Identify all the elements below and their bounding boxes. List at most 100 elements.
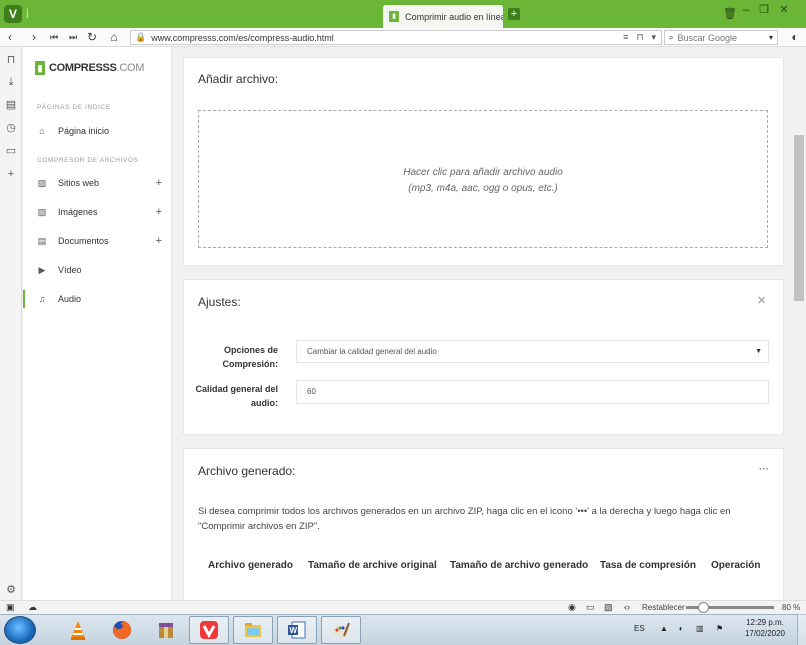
close-window-button[interactable]: ✕ bbox=[776, 2, 792, 18]
expand-plus-icon[interactable]: + bbox=[156, 177, 162, 189]
sidebar-item-video[interactable]: ▶ Vídeo bbox=[23, 261, 172, 279]
archive-icon[interactable] bbox=[146, 616, 186, 644]
sidebar-item-documents[interactable]: ▤ Documentos + bbox=[23, 232, 172, 250]
more-options-icon[interactable]: ··· bbox=[759, 464, 769, 475]
site-logo[interactable]: ▮ COMPRESSS.COM bbox=[35, 61, 144, 75]
camera-icon[interactable]: ◉ bbox=[568, 602, 576, 613]
drop-zone-line2: (mp3, m4a, aac, ogg o opus, etc.) bbox=[408, 183, 558, 194]
zoom-reset-button[interactable]: Restablecer bbox=[642, 603, 685, 612]
scrollbar-track[interactable] bbox=[792, 47, 806, 600]
home-icon[interactable]: ⌂ bbox=[106, 29, 122, 45]
sidebar-item-label: Sitios web bbox=[58, 178, 100, 188]
history-panel-icon[interactable]: ◷ bbox=[3, 120, 19, 136]
bookmarks-panel-icon[interactable]: ⊓ bbox=[3, 52, 19, 68]
window-panel-icon[interactable]: ▭ bbox=[3, 143, 19, 159]
rewind-icon[interactable]: ⏮ bbox=[46, 29, 62, 45]
cloud-sync-icon[interactable]: ☁ bbox=[28, 602, 37, 613]
reload-icon[interactable]: ↻ bbox=[84, 29, 100, 45]
quality-label: Calidad general del audio: bbox=[190, 382, 278, 410]
site-sidebar: ▮ COMPRESSS.COM PÁGINAS DE INDICE ⌂ Pági… bbox=[23, 47, 172, 600]
sidebar-item-images[interactable]: ▨ Imágenes + bbox=[23, 203, 172, 221]
vivaldi-menu-icon[interactable]: V bbox=[4, 5, 22, 23]
panel-toggle-icon[interactable]: ▣ bbox=[6, 602, 15, 613]
minimize-button[interactable]: – bbox=[738, 2, 754, 18]
vlc-icon[interactable] bbox=[58, 616, 98, 644]
address-field[interactable]: 🔒 www.compresss.com/es/compress-audio.ht… bbox=[130, 30, 662, 45]
flag-icon[interactable]: ⚑ bbox=[716, 624, 723, 633]
file-drop-zone[interactable]: Hacer clic para añadir archivo audio (mp… bbox=[198, 110, 768, 248]
language-indicator[interactable]: ES bbox=[634, 624, 645, 633]
scrollbar-thumb[interactable] bbox=[794, 135, 804, 301]
sidebar-item-label: Vídeo bbox=[58, 265, 82, 275]
generated-file-title: Archivo generado: bbox=[198, 464, 296, 478]
compression-options-label: Opciones de Compresión: bbox=[200, 343, 278, 371]
compression-options-select[interactable]: Cambiar la calidad general del audio ▼ bbox=[296, 340, 769, 363]
audio-device-icon[interactable]: ◖ bbox=[678, 624, 683, 633]
settings-close-icon[interactable]: ✕ bbox=[757, 294, 766, 307]
start-button[interactable] bbox=[4, 616, 36, 644]
search-input[interactable] bbox=[677, 32, 758, 43]
zip-instructions: Si desea comprimir todos los archivos ge… bbox=[198, 504, 768, 534]
dropdown-arrow-icon[interactable]: ▾ bbox=[651, 32, 656, 43]
section-heading-index: PÁGINAS DE INDICE bbox=[37, 104, 111, 111]
sidebar-item-label: Audio bbox=[58, 294, 82, 304]
search-engine-icon[interactable]: ⌕ bbox=[669, 33, 673, 43]
label-line: Compresión: bbox=[222, 359, 278, 369]
expand-plus-icon[interactable]: + bbox=[156, 235, 162, 247]
select-arrow-icon: ▼ bbox=[755, 348, 762, 355]
zoom-slider-handle[interactable] bbox=[698, 602, 709, 613]
column-header: Tasa de compresión bbox=[600, 560, 696, 571]
logo-mark-icon: ▮ bbox=[35, 61, 45, 75]
search-dropdown-icon[interactable]: ▾ bbox=[769, 33, 773, 42]
trash-icon[interactable]: 🗑 bbox=[722, 6, 738, 22]
tab-separator: | bbox=[26, 8, 29, 19]
new-tab-button[interactable]: + bbox=[508, 8, 520, 20]
tile-icon[interactable]: ▭ bbox=[586, 602, 595, 613]
select-value: Cambiar la calidad general del audio bbox=[307, 347, 437, 356]
reader-icon[interactable]: ≡ bbox=[623, 32, 628, 43]
firefox-icon[interactable] bbox=[102, 616, 142, 644]
clock-time: 12:29 p.m. bbox=[746, 618, 784, 627]
quality-input[interactable]: 60 bbox=[296, 380, 769, 404]
section-heading-compressor: COMPRESOR DE ARCHIVOS bbox=[37, 157, 139, 164]
bookmark-icon[interactable]: ⊓ bbox=[636, 32, 643, 43]
image-toggle-icon[interactable]: ▨ bbox=[604, 602, 613, 613]
instructions-line: "Comprimir archivos en ZIP". bbox=[198, 521, 320, 532]
vivaldi-taskbar-icon[interactable] bbox=[189, 616, 229, 644]
explorer-icon[interactable] bbox=[233, 616, 273, 644]
sidebar-item-home[interactable]: ⌂ Página inicio bbox=[23, 122, 172, 140]
network-icon[interactable]: ▥ bbox=[696, 624, 704, 633]
code-icon[interactable]: ‹› bbox=[624, 602, 630, 612]
downloads-panel-icon[interactable]: ⤓ bbox=[3, 74, 19, 90]
notes-panel-icon[interactable]: ▤ bbox=[3, 97, 19, 113]
sidebar-item-label: Página inicio bbox=[58, 126, 110, 136]
document-icon: ▤ bbox=[37, 236, 47, 246]
tab-favicon-icon: ▮ bbox=[389, 11, 400, 22]
label-line: Calidad general del bbox=[195, 384, 278, 394]
paint-icon[interactable] bbox=[321, 616, 361, 644]
word-icon[interactable]: W bbox=[277, 616, 317, 644]
search-box[interactable]: ⌕ ▾ bbox=[664, 30, 778, 45]
audio-icon: ♫ bbox=[38, 294, 46, 304]
restore-button[interactable]: ❐ bbox=[756, 2, 772, 18]
label-line: audio: bbox=[251, 398, 278, 408]
sidebar-item-websites[interactable]: ▨ Sitios web + bbox=[23, 174, 172, 192]
extensions-icon[interactable]: ◐ bbox=[787, 29, 803, 45]
forward-button[interactable]: › bbox=[26, 29, 42, 45]
tab-active[interactable]: ▮ Comprimir audio en línea - bbox=[383, 5, 503, 28]
sidebar-item-audio[interactable]: ♫ Audio bbox=[23, 290, 172, 308]
back-button[interactable]: ‹ bbox=[2, 29, 18, 45]
add-panel-icon[interactable]: + bbox=[3, 166, 19, 182]
fast-forward-icon[interactable]: ⏭ bbox=[65, 29, 81, 45]
zoom-level: 80 % bbox=[782, 603, 801, 612]
expand-plus-icon[interactable]: + bbox=[156, 206, 162, 218]
add-file-title: Añadir archivo: bbox=[198, 72, 279, 86]
tray-expand-icon[interactable]: ▲ bbox=[660, 624, 668, 633]
tab-title: Comprimir audio en línea - bbox=[405, 11, 503, 22]
clock[interactable]: 12:29 p.m. 17/02/2020 bbox=[738, 618, 792, 638]
video-icon: ▶ bbox=[38, 265, 46, 275]
show-desktop-button[interactable] bbox=[797, 614, 806, 645]
column-header: Tamaño de archive original bbox=[308, 560, 437, 571]
sidebar-item-label: Imágenes bbox=[58, 207, 98, 217]
settings-gear-icon[interactable]: ⚙ bbox=[3, 582, 19, 598]
